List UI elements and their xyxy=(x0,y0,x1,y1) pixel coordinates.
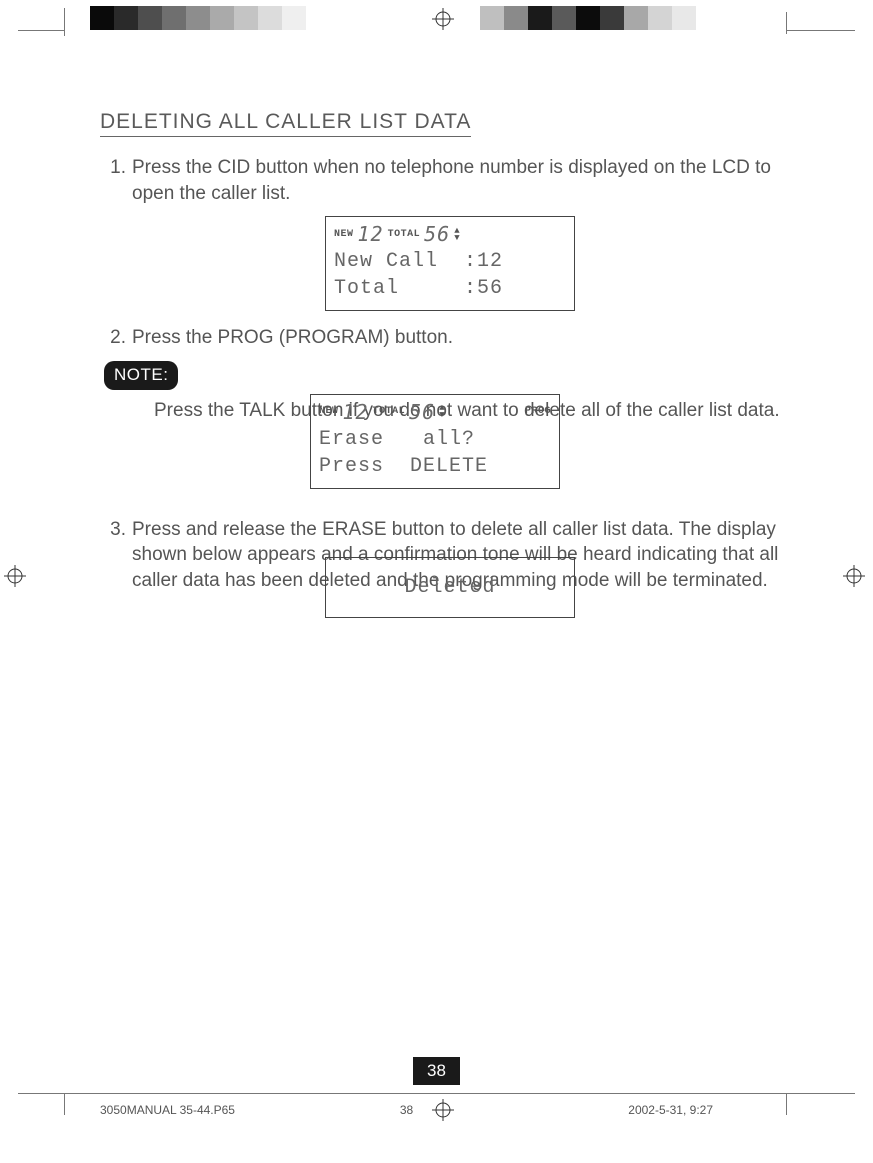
swatch xyxy=(648,6,672,30)
step-number: 1. xyxy=(100,155,132,206)
step-number: 3. xyxy=(76,517,132,594)
lcd-new-value: 12 xyxy=(358,221,384,248)
lcd-prog-label: PROG xyxy=(525,405,551,419)
lcd-new-value: 12 xyxy=(343,399,369,426)
lcd-line-1: Erase all? xyxy=(319,426,551,453)
lcd-screen-1: NEW 12 TOTAL 56 ▲▼ New Call :12 Total :5… xyxy=(325,216,575,311)
swatch xyxy=(600,6,624,30)
grayscale-swatches-left xyxy=(90,6,330,30)
swatch xyxy=(552,6,576,30)
swatch xyxy=(624,6,648,30)
step-number: 2. xyxy=(100,325,132,351)
swatch xyxy=(258,6,282,30)
lcd-deleted-text: Deleted xyxy=(404,576,495,599)
registration-mark-footer-icon xyxy=(432,1099,454,1121)
crop-tick-left xyxy=(64,8,65,36)
footer-rule xyxy=(18,1093,855,1094)
registration-mark-icon xyxy=(432,8,454,30)
footer-tick-left xyxy=(64,1093,65,1115)
step-text: Press the PROG (PROGRAM) button. xyxy=(132,325,800,351)
registration-mark-left-icon xyxy=(4,565,30,591)
note-text: Press the TALK button if you do not want… xyxy=(154,398,800,424)
swatch xyxy=(576,6,600,30)
lcd-total-value: 56 xyxy=(409,399,435,426)
swatch xyxy=(90,6,114,30)
lcd-total-label: TOTAL xyxy=(388,228,421,242)
note-badge: NOTE: xyxy=(104,361,178,390)
swatch xyxy=(672,6,696,30)
page-number: 38 xyxy=(413,1057,460,1085)
lcd-line-2: Press DELETE xyxy=(319,453,551,480)
swatch xyxy=(504,6,528,30)
crop-tick-right xyxy=(786,12,787,34)
swatch xyxy=(528,6,552,30)
grayscale-swatches-right xyxy=(480,6,696,30)
footer-date: 2002-5-31, 9:27 xyxy=(467,1103,774,1117)
lcd-line-2: Total :56 xyxy=(334,275,566,302)
swatch xyxy=(480,6,504,30)
section-heading: DELETING ALL CALLER LIST DATA xyxy=(100,110,471,137)
lcd-total-label: TOTAL xyxy=(373,405,406,419)
up-down-arrows-icon: ▲▼ xyxy=(454,228,460,242)
page-number-badge: 38 xyxy=(0,1057,873,1085)
up-down-arrows-icon: ▲▼ xyxy=(439,405,445,419)
lcd-line-1: New Call :12 xyxy=(334,248,566,275)
swatch xyxy=(138,6,162,30)
crop-line-right xyxy=(787,30,855,31)
lcd-new-label: NEW xyxy=(319,405,339,419)
swatch xyxy=(162,6,186,30)
swatch xyxy=(186,6,210,30)
print-footer: 3050MANUAL 35-44.P65 38 2002-5-31, 9:27 xyxy=(0,1093,873,1133)
print-calibration-strip xyxy=(0,0,873,40)
page-content: DELETING ALL CALLER LIST DATA 1. Press t… xyxy=(100,110,800,618)
swatch xyxy=(234,6,258,30)
swatch xyxy=(306,6,330,30)
footer-filename: 3050MANUAL 35-44.P65 xyxy=(100,1103,347,1117)
crop-line-left xyxy=(18,30,64,31)
step-2: 2. Press the PROG (PROGRAM) button. xyxy=(100,325,800,351)
lcd-total-value: 56 xyxy=(424,221,450,248)
step-1: 1. Press the CID button when no telephon… xyxy=(100,155,800,206)
footer-tick-right xyxy=(786,1093,787,1115)
lcd-new-label: NEW xyxy=(334,228,354,242)
registration-mark-right-icon xyxy=(843,565,869,591)
step-text: Press the CID button when no telephone n… xyxy=(132,155,800,206)
lcd-status-row: NEW 12 TOTAL 56 ▲▼ xyxy=(334,221,566,248)
swatch xyxy=(114,6,138,30)
swatch xyxy=(210,6,234,30)
lcd-screen-3: Deleted xyxy=(325,557,575,618)
swatch xyxy=(282,6,306,30)
